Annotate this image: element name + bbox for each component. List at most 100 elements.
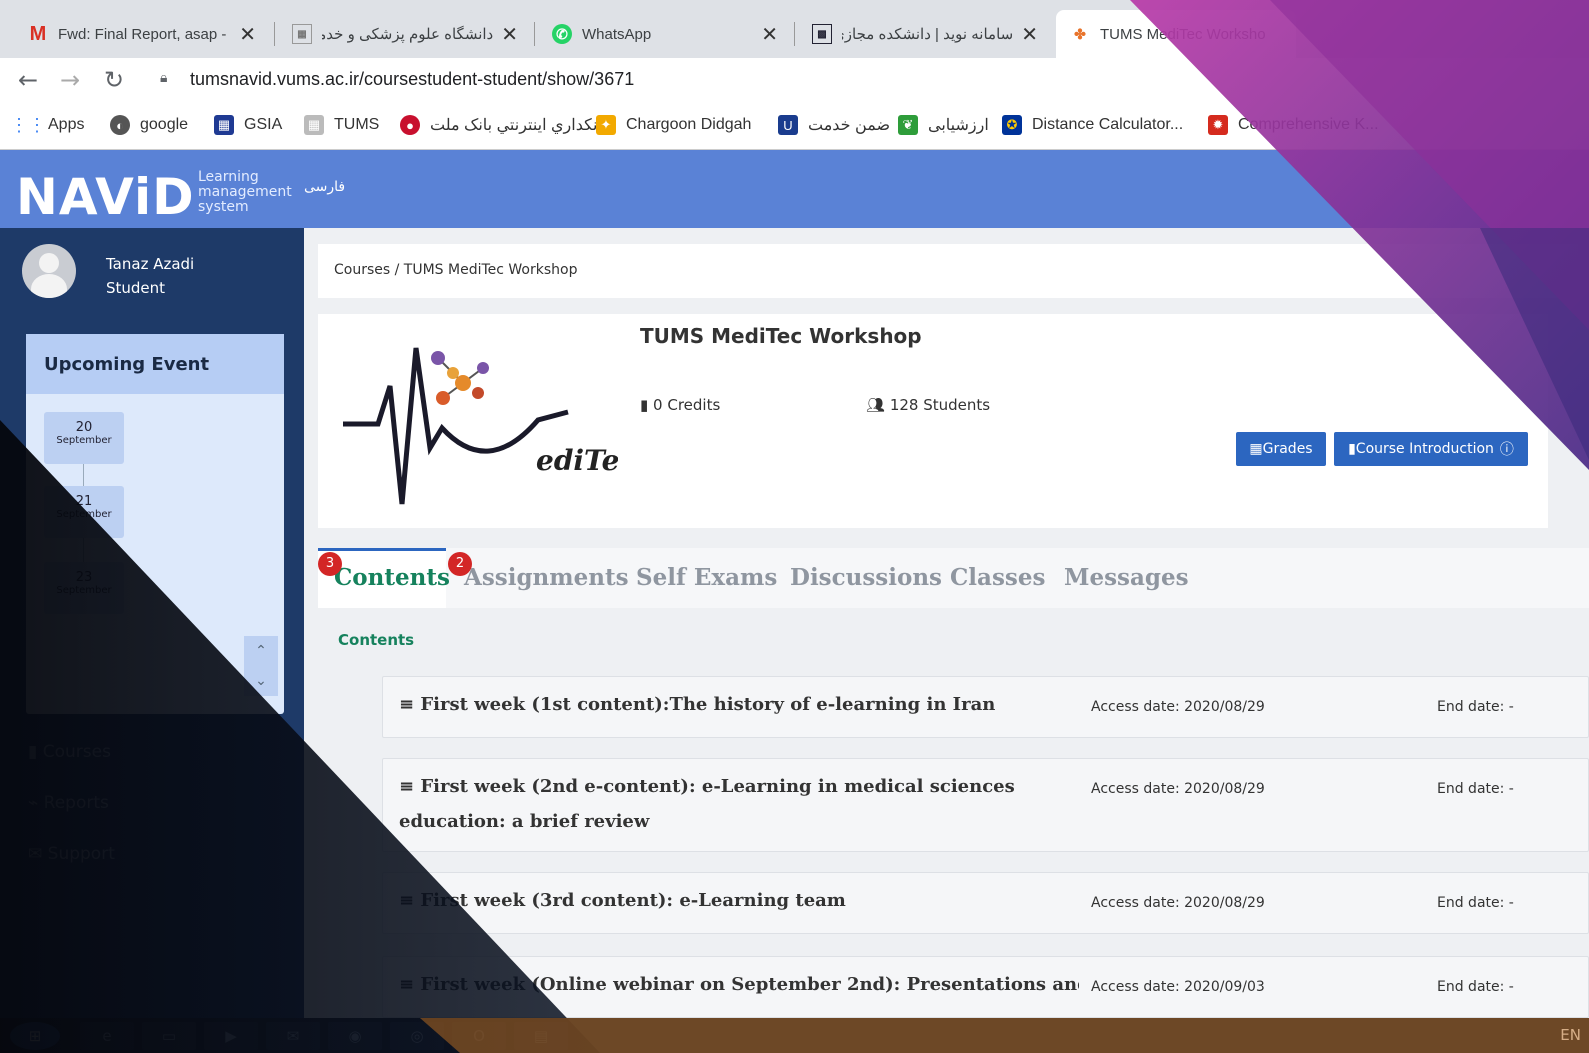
- bookmark-bank-mellat[interactable]: ● بانکداري اينترنتي بانک ملت: [400, 115, 607, 135]
- tab-classes[interactable]: Classes: [950, 564, 1045, 591]
- bookmark-tums[interactable]: ▦ TUMS: [304, 115, 379, 135]
- tab-assignments[interactable]: Assignments: [464, 564, 629, 591]
- sidebar-item-reports[interactable]: ⌁ Reports: [28, 793, 109, 813]
- browser-tab-whatsapp[interactable]: ✆ WhatsApp ✕: [538, 10, 792, 58]
- avatar[interactable]: [22, 244, 76, 298]
- bookmark-label: Chargoon Didgah: [626, 116, 752, 133]
- bookmark-arzeshyabi[interactable]: ❦ ارزشیابی: [898, 115, 989, 135]
- tab-title: WhatsApp: [582, 25, 652, 43]
- leaf-icon: ❦: [898, 115, 918, 135]
- bookmarks-bar: ⋮⋮ Apps ◐ google ▦ GSIA ▦ TUMS ● بانکداري اين…: [0, 104, 1589, 150]
- tab-contents[interactable]: Contents: [334, 564, 450, 591]
- meditec-logo-text: ediTec: [536, 444, 618, 477]
- windows-start-icon[interactable]: ⊞: [10, 1022, 60, 1050]
- close-icon[interactable]: ✕: [501, 22, 518, 47]
- back-arrow-icon[interactable]: ←: [18, 66, 38, 94]
- address-bar-url[interactable]: tumsnavid.vums.ac.ir/coursestudent-stude…: [190, 69, 634, 90]
- bookmark-google[interactable]: ◐ google: [110, 115, 188, 135]
- navid-icon: ✤: [1074, 25, 1086, 42]
- sidebar: Tanaz Azadi Student Upcoming Event 20 Se…: [0, 228, 304, 1018]
- end-date: End date: -: [1437, 979, 1514, 995]
- close-icon[interactable]: ✕: [239, 22, 256, 47]
- opera-icon[interactable]: O: [452, 1022, 506, 1050]
- reload-icon[interactable]: ↻: [104, 66, 124, 94]
- document-app-icon[interactable]: ▤: [514, 1022, 568, 1050]
- tab-divider: [534, 22, 535, 46]
- chevron-down-icon[interactable]: ⌄: [244, 666, 278, 696]
- language-switch-link[interactable]: فارسی: [304, 179, 345, 195]
- breadcrumb[interactable]: Courses / TUMS MediTec Workshop: [318, 244, 1578, 298]
- sidebar-item-courses[interactable]: ▮ Courses: [28, 742, 111, 762]
- tab-divider: [794, 22, 795, 46]
- grades-button[interactable]: ▦ Grades: [1236, 432, 1326, 466]
- chargoon-icon: ✦: [596, 115, 616, 135]
- course-introduction-button[interactable]: ▮ Course Introduction ⓘ: [1334, 432, 1528, 466]
- file-explorer-icon[interactable]: ▭: [142, 1022, 196, 1050]
- firefox-icon[interactable]: ◉: [328, 1022, 382, 1050]
- bookmark-label: بانکداري اينترنتي بانک ملت: [430, 117, 607, 134]
- internet-explorer-icon[interactable]: e: [80, 1022, 134, 1050]
- event-date[interactable]: 20 September: [44, 412, 124, 464]
- course-title: TUMS MediTec Workshop: [640, 324, 922, 348]
- main-content: Courses / TUMS MediTec Workshop ediTec T…: [304, 228, 1589, 1018]
- navid-logo[interactable]: NAViD: [16, 168, 195, 226]
- browser-tab-tums-university[interactable]: ▦ دانشگاه علوم پزشکی و خدمات ب ✕: [278, 10, 532, 58]
- event-date[interactable]: 21 September: [44, 486, 124, 538]
- drag-handle-icon[interactable]: ≡: [399, 974, 420, 995]
- upcoming-event-panel: Upcoming Event 20 September 21 September…: [26, 334, 284, 714]
- bookmark-label: Apps: [48, 116, 85, 133]
- language-indicator[interactable]: EN: [1560, 1026, 1581, 1044]
- chevron-up-icon[interactable]: ⌃: [244, 636, 278, 666]
- close-icon[interactable]: ✕: [761, 22, 778, 47]
- bookmark-chargoon[interactable]: ✦ Chargoon Didgah: [596, 115, 751, 135]
- drag-handle-icon[interactable]: ≡: [399, 890, 420, 911]
- content-title-text: First week (3rd content): e-Learning tea…: [420, 890, 846, 911]
- tab-discussions[interactable]: Discussions: [790, 564, 942, 591]
- close-icon[interactable]: ✕: [1021, 22, 1038, 47]
- media-player-icon[interactable]: ▶: [204, 1022, 258, 1050]
- bookmark-label: ارزشیابی: [928, 117, 989, 134]
- content-title: ≡ First week (3rd content): e-Learning t…: [399, 883, 1059, 918]
- tab-self-exams[interactable]: Self Exams: [636, 564, 777, 591]
- event-date[interactable]: 23 September: [44, 562, 124, 614]
- bookmark-apps[interactable]: ⋮⋮ Apps: [10, 114, 85, 135]
- access-date: Access date: 2020/08/29: [1091, 895, 1265, 911]
- grades-button-label: Grades: [1262, 441, 1313, 457]
- bookmark-gsia[interactable]: ▦ GSIA: [214, 115, 282, 135]
- drag-handle-icon[interactable]: ≡: [399, 776, 420, 797]
- content-title-text: First week (1st content):The history of …: [420, 694, 996, 715]
- whatsapp-icon: ✆: [552, 24, 572, 44]
- content-row[interactable]: ≡ First week (2nd e-content): e-Learning…: [382, 758, 1589, 852]
- browser-tab-meditec-active[interactable]: ✤ TUMS MediTec Worksho: [1056, 10, 1296, 58]
- tab-title: Fwd: Final Report, asap -: [58, 25, 227, 43]
- apps-grid-icon: ⋮⋮: [10, 114, 46, 135]
- content-title: ≡ First week (Online webinar on Septembe…: [399, 967, 1079, 1002]
- browser-tab-navid-portal[interactable]: ▩ سامانه نوید | دانشکده مجازی ✕: [798, 10, 1052, 58]
- gsia-icon: ▦: [214, 115, 234, 135]
- bookmark-comprehensive[interactable]: ✹ Comprehensive K...: [1208, 115, 1379, 135]
- tab-messages[interactable]: Messages: [1064, 564, 1189, 591]
- content-title-text: First week (2nd e-content): e-Learning i…: [399, 776, 1015, 832]
- bookmark-distance-calculator[interactable]: ✪ Distance Calculator...: [1002, 115, 1183, 135]
- drag-handle-icon[interactable]: ≡: [399, 694, 420, 715]
- browser-toolbar: ← → ↻ 🔒︎ tumsnavid.vums.ac.ir/coursestud…: [0, 58, 1589, 104]
- chrome-icon[interactable]: ◎: [390, 1022, 444, 1050]
- forward-arrow-icon[interactable]: →: [60, 66, 80, 94]
- content-row[interactable]: ≡ First week (3rd content): e-Learning t…: [382, 872, 1589, 934]
- gmail-icon: M: [29, 22, 47, 45]
- content-row[interactable]: ≡ First week (Online webinar on Septembe…: [382, 956, 1589, 1018]
- bookmark-label: GSIA: [244, 116, 283, 133]
- email-app-icon[interactable]: ✉: [266, 1022, 320, 1050]
- tab-title: سامانه نوید | دانشکده مجازی: [842, 26, 1014, 43]
- students-text: 128 Students: [889, 396, 991, 414]
- tab-divider: [274, 22, 275, 46]
- bookmark-label: Distance Calculator...: [1032, 116, 1184, 133]
- university-icon: ▩: [812, 24, 832, 44]
- sidebar-item-support[interactable]: ✉ Support: [28, 844, 115, 864]
- content-row[interactable]: ≡ First week (1st content):The history o…: [382, 676, 1589, 738]
- browser-tab-gmail[interactable]: M Fwd: Final Report, asap - ✕: [14, 10, 270, 58]
- tab-title: دانشگاه علوم پزشکی و خدمات ب: [322, 26, 494, 43]
- lock-icon: 🔒︎: [160, 70, 168, 86]
- bookmark-zemn-khedmat[interactable]: U ضمن خدمت: [778, 115, 890, 135]
- content-title-text: First week (Online webinar on September …: [420, 974, 1079, 995]
